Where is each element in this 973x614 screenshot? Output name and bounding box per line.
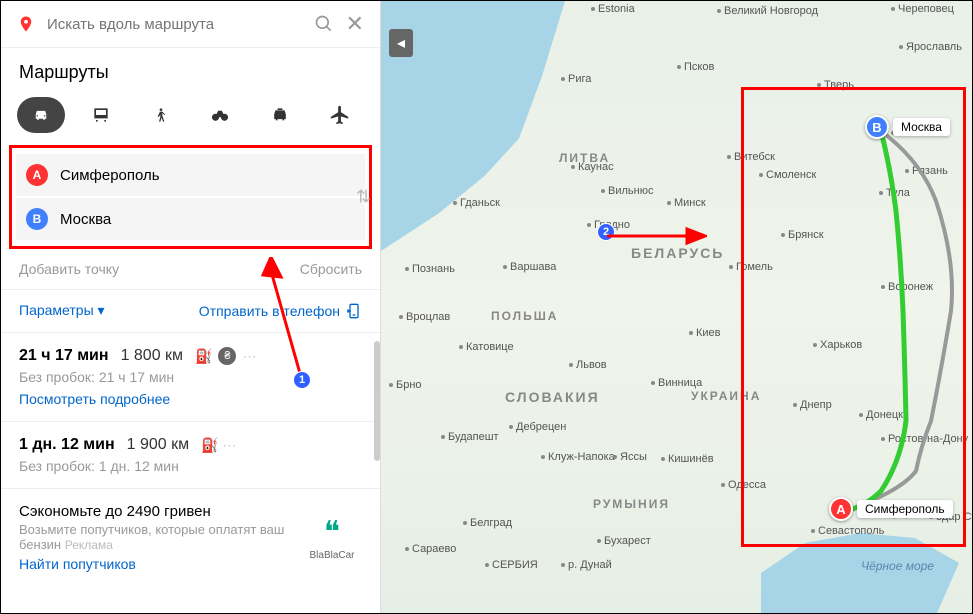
blablacar-icon: ❝ bbox=[302, 515, 362, 550]
promo-blablacar[interactable]: Сэкономьте до 2490 гривен Возьмите попут… bbox=[1, 489, 380, 586]
promo-logo: ❝ BlaBlaCar bbox=[302, 515, 362, 561]
transport-taxi[interactable] bbox=[256, 97, 304, 133]
map-marker-b[interactable]: B Москва bbox=[865, 115, 950, 139]
pin-icon bbox=[17, 13, 35, 35]
search-icon[interactable] bbox=[314, 14, 334, 34]
marker-b-circle: B bbox=[865, 115, 889, 139]
promo-title: Сэкономьте до 2490 гривен bbox=[19, 503, 302, 520]
actions-row: Добавить точку Сбросить bbox=[1, 255, 380, 289]
sidebar: ✕ Маршруты A Симферополь B Москва ⇅ Доба… bbox=[1, 1, 381, 613]
map-highlight-box bbox=[741, 87, 966, 547]
swap-icon[interactable]: ⇅ bbox=[356, 187, 371, 208]
params-row: Параметры ▾ Отправить в телефон bbox=[1, 289, 380, 333]
transport-bike[interactable] bbox=[196, 97, 244, 133]
route-1-dist: 1 800 км bbox=[121, 347, 183, 365]
marker-a-icon: A bbox=[26, 164, 48, 186]
params-button[interactable]: Параметры ▾ bbox=[19, 302, 105, 320]
routes-title: Маршруты bbox=[1, 48, 380, 93]
waypoint-b[interactable]: B Москва bbox=[16, 198, 365, 240]
transport-bus[interactable] bbox=[77, 97, 125, 133]
arrow-1 bbox=[261, 257, 311, 387]
annotation-num-1: 1 bbox=[293, 371, 311, 389]
arrow-2 bbox=[597, 221, 707, 251]
map[interactable]: ◂ Чёрное море ЛИТВАБЕЛАРУСЬПОЛЬШАСЛОВАКИ… bbox=[381, 1, 972, 613]
transport-walk[interactable] bbox=[137, 97, 185, 133]
waypoint-a[interactable]: A Симферополь bbox=[16, 154, 365, 196]
marker-a-circle: A bbox=[829, 497, 853, 521]
route-1-more[interactable]: Посмотреть подробнее bbox=[19, 391, 362, 407]
route-option-1[interactable]: 21 ч 17 мин 1 800 км ⛽ ₴ ⋯ Без пробок: 2… bbox=[1, 333, 380, 422]
collapse-panel-button[interactable]: ◂ bbox=[389, 29, 413, 57]
marker-b-icon: B bbox=[26, 208, 48, 230]
close-icon[interactable]: ✕ bbox=[346, 11, 364, 37]
route-2-time: 1 дн. 12 мин bbox=[19, 436, 115, 454]
route-2-notraffic: Без пробок: 1 дн. 12 мин bbox=[19, 458, 362, 474]
search-bar: ✕ bbox=[1, 1, 380, 48]
transport-plane[interactable] bbox=[316, 97, 364, 133]
scrollbar[interactable] bbox=[374, 341, 380, 461]
phone-icon bbox=[346, 302, 362, 320]
waypoints-box: A Симферополь B Москва ⇅ bbox=[9, 145, 372, 249]
waypoint-a-text: Симферополь bbox=[60, 167, 160, 184]
add-point-button[interactable]: Добавить точку bbox=[19, 261, 119, 277]
toll-icon: ₴ bbox=[218, 347, 236, 365]
transport-tabs bbox=[1, 93, 380, 145]
promo-desc: Возьмите попутчиков, которые оплатят ваш… bbox=[19, 522, 302, 552]
marker-b-label: Москва bbox=[893, 118, 950, 136]
map-marker-a[interactable]: A Симферополь bbox=[829, 497, 953, 521]
route-1-icons: ⛽ ₴ ⋯ bbox=[195, 347, 256, 365]
route-2-icons: ⛽ ⋯ bbox=[201, 437, 236, 454]
route-2-dist: 1 900 км bbox=[127, 436, 189, 454]
transport-car[interactable] bbox=[17, 97, 65, 133]
marker-a-label: Симферополь bbox=[857, 500, 953, 518]
promo-link[interactable]: Найти попутчиков bbox=[19, 556, 302, 572]
search-input[interactable] bbox=[47, 16, 302, 33]
route-1-time: 21 ч 17 мин bbox=[19, 347, 109, 365]
route-option-2[interactable]: 1 дн. 12 мин 1 900 км ⛽ ⋯ Без пробок: 1 … bbox=[1, 422, 380, 489]
waypoint-b-text: Москва bbox=[60, 211, 111, 228]
